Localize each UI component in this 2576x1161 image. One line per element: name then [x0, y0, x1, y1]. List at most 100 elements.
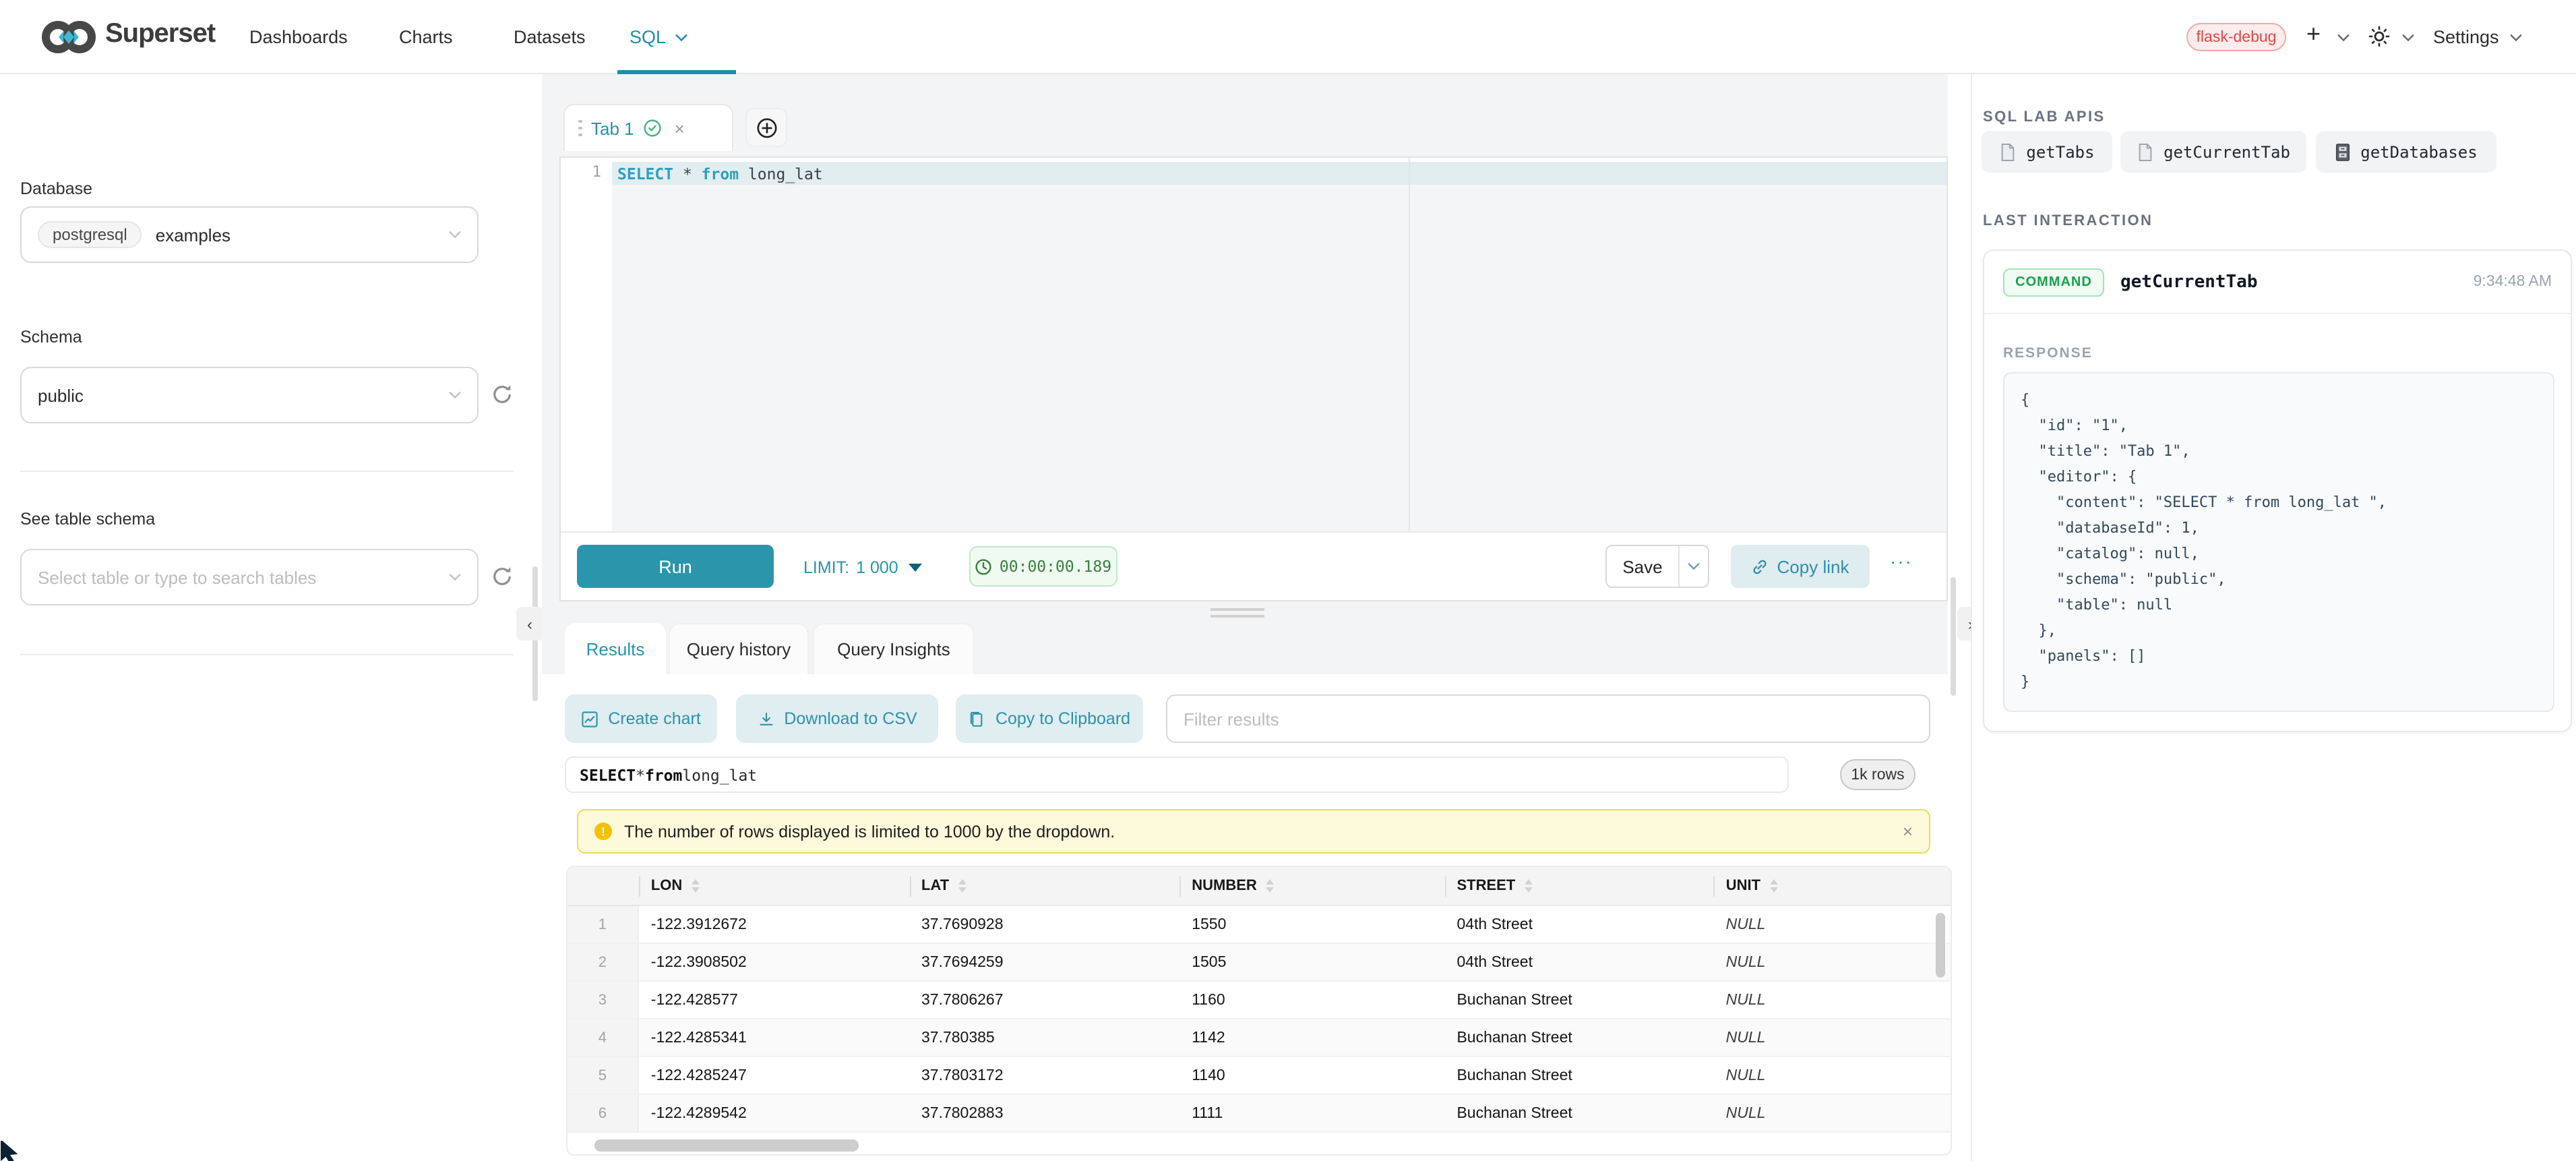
database-type-tag: postgresql: [38, 221, 142, 248]
column-header-lon[interactable]: LON: [639, 867, 909, 905]
chevron-down-icon: [449, 391, 461, 399]
cell-street: Buchanan Street: [1444, 982, 1713, 1018]
cell-street: 04th Street: [1444, 944, 1713, 980]
mouse-cursor: [0, 1141, 19, 1161]
top-nav: Superset Dashboards Charts Datasets SQL …: [0, 0, 2576, 74]
active-nav-underline: [617, 70, 736, 74]
create-chart-button[interactable]: Create chart: [565, 694, 717, 743]
cell-lon: -122.3912672: [639, 906, 909, 943]
query-timer: 00:00:00.189: [969, 546, 1117, 587]
api-button-label: getTabs: [2026, 142, 2094, 161]
schema-value: public: [38, 385, 84, 405]
sort-icon: [692, 880, 700, 893]
cell-unit: NULL: [1714, 906, 1951, 943]
cell-number: 1505: [1179, 944, 1444, 980]
row-number: 3: [568, 982, 639, 1018]
copy-to-clipboard-label: Copy to Clipboard: [995, 709, 1130, 728]
table-select[interactable]: Select table or type to search tables: [20, 549, 479, 605]
sql-code-editor[interactable]: 1 SELECT * from long_lat: [561, 158, 1946, 534]
nav-item-datasets[interactable]: Datasets: [514, 0, 586, 74]
chart-icon: [581, 710, 599, 727]
brand-name[interactable]: Superset: [105, 19, 215, 50]
panel-split-drag-handle[interactable]: [1210, 608, 1264, 622]
cell-unit: NULL: [1714, 944, 1951, 980]
chevron-down-icon: [449, 573, 461, 581]
copy-link-button[interactable]: Copy link: [1731, 545, 1870, 588]
api-button-label: getCurrentTab: [2164, 142, 2290, 161]
copy-link-label: Copy link: [1777, 556, 1849, 576]
column-header-label: LON: [651, 878, 682, 894]
close-warning-icon[interactable]: ×: [1903, 821, 1913, 841]
tab-query-history[interactable]: Query history: [669, 623, 809, 674]
nav-item-charts[interactable]: Charts: [399, 0, 453, 74]
superset-logo-icon[interactable]: [40, 19, 97, 55]
cell-unit: NULL: [1714, 1019, 1951, 1056]
last-interaction-title: LAST INTERACTION: [1983, 213, 2153, 229]
sql-text: long_lat: [682, 765, 757, 784]
command-timestamp: 9:34:48 AM: [2474, 274, 2552, 290]
cell-number: 1160: [1179, 982, 1444, 1018]
download-csv-button[interactable]: Download to CSV: [736, 694, 938, 743]
schema-label: Schema: [20, 328, 82, 347]
column-header-street[interactable]: STREET: [1444, 867, 1713, 905]
add-new-icon[interactable]: +: [2306, 20, 2321, 49]
save-options-caret[interactable]: [1680, 546, 1708, 587]
editor-tab[interactable]: Tab 1 ×: [563, 104, 733, 151]
sql-keyword: SELECT: [580, 765, 636, 784]
last-interaction-card: COMMAND getCurrentTab 9:34:48 AM RESPONS…: [1983, 249, 2572, 732]
right-resize-handle[interactable]: [1951, 577, 1956, 696]
nav-item-dashboards[interactable]: Dashboards: [249, 0, 348, 74]
cell-lon: -122.4285247: [639, 1057, 909, 1094]
collapse-left-panel-button[interactable]: ‹: [516, 607, 543, 641]
refresh-tables-icon[interactable]: [491, 565, 514, 588]
theme-sun-icon[interactable]: [2368, 26, 2390, 47]
vertical-scrollbar[interactable]: [1936, 913, 1945, 978]
column-header-label: LAT: [921, 878, 949, 894]
get-databases-button[interactable]: getDatabases: [2316, 131, 2496, 173]
drag-handle-icon[interactable]: [578, 120, 582, 137]
tab-query-insights[interactable]: Query Insights: [813, 623, 975, 674]
schema-select[interactable]: public: [20, 367, 479, 423]
more-options-icon[interactable]: ···: [1890, 550, 1913, 572]
horizontal-scrollbar[interactable]: [594, 1139, 859, 1152]
filter-results-input[interactable]: [1166, 694, 1930, 743]
clipboard-icon: [969, 710, 986, 727]
nav-item-sql[interactable]: SQL: [630, 0, 687, 74]
cell-lon: -122.3908502: [639, 944, 909, 980]
add-tab-button[interactable]: [745, 108, 787, 147]
get-current-tab-button[interactable]: getCurrentTab: [2120, 131, 2306, 173]
warning-message: The number of rows displayed is limited …: [624, 822, 1115, 841]
results-table: LON LAT NUMBER STREET UNIT 1 -122.391267…: [566, 866, 1952, 1156]
settings-menu[interactable]: Settings: [2433, 0, 2522, 74]
column-header-unit[interactable]: UNIT: [1714, 867, 1951, 905]
column-header-number[interactable]: NUMBER: [1179, 867, 1444, 905]
save-split-button[interactable]: Save: [1605, 545, 1709, 588]
apis-section-title: SQL LAB APIS: [1983, 109, 2106, 125]
column-header-lat[interactable]: LAT: [909, 867, 1179, 905]
database-label: Database: [20, 179, 92, 198]
run-query-button[interactable]: Run: [577, 545, 774, 588]
get-tabs-button[interactable]: getTabs: [1982, 131, 2112, 173]
sidebar-divider: [20, 654, 514, 655]
close-tab-icon[interactable]: ×: [675, 118, 685, 138]
cell-lat: 37.7806267: [909, 982, 1179, 1018]
sort-icon: [1266, 880, 1275, 893]
database-value: examples: [156, 225, 231, 245]
interaction-card-header: COMMAND getCurrentTab 9:34:48 AM: [1984, 251, 2571, 314]
table-row: 1 -122.3912672 37.7690928 1550 04th Stre…: [568, 906, 1951, 944]
refresh-schemas-icon[interactable]: [491, 383, 514, 406]
save-button[interactable]: Save: [1607, 546, 1680, 587]
download-icon: [757, 710, 774, 727]
settings-chevron-icon: [2510, 33, 2522, 41]
row-number-header: [568, 867, 639, 905]
tab-results[interactable]: Results: [565, 623, 666, 674]
column-header-label: UNIT: [1726, 878, 1760, 894]
database-select[interactable]: postgresql examples: [20, 206, 479, 263]
theme-chevron-icon[interactable]: [2402, 34, 2414, 42]
row-number: 6: [568, 1095, 639, 1131]
limit-dropdown[interactable]: LIMIT: 1 000: [803, 533, 923, 601]
add-new-chevron-icon[interactable]: [2337, 34, 2350, 42]
cell-number: 1142: [1179, 1019, 1444, 1056]
nav-item-sql-label: SQL: [630, 27, 666, 47]
copy-to-clipboard-button[interactable]: Copy to Clipboard: [956, 694, 1143, 743]
